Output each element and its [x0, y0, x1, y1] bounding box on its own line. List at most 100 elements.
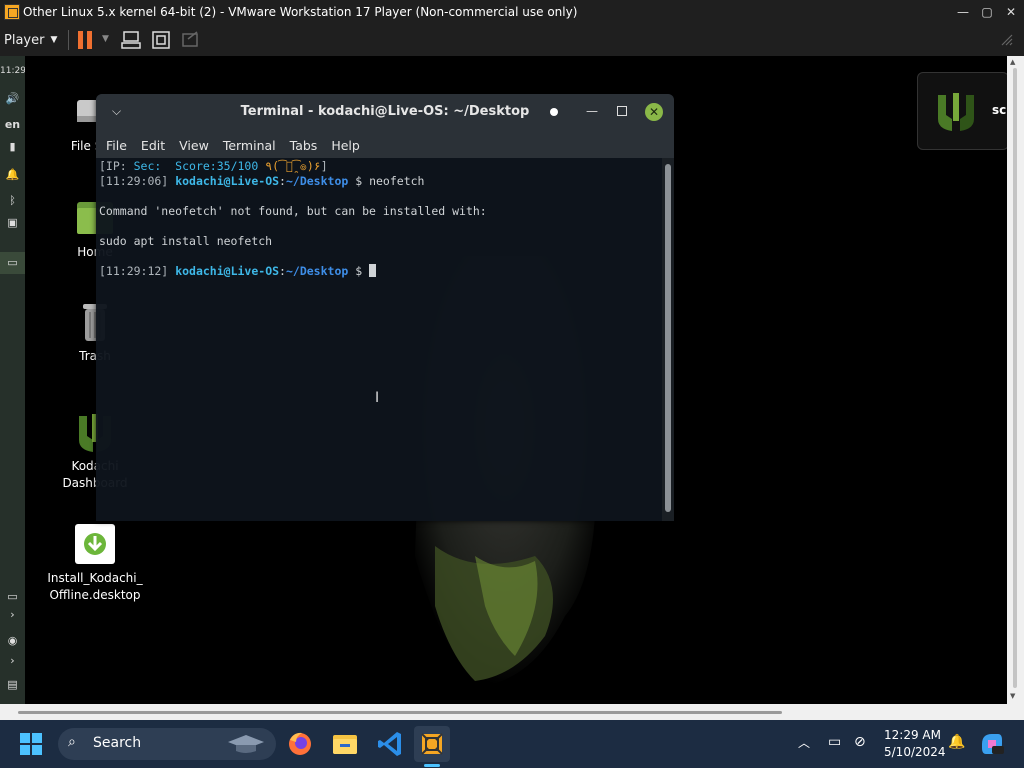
bracket-close: ]: [320, 159, 328, 173]
ip-label: [IP:: [99, 159, 134, 173]
battery-icon[interactable]: ▮: [0, 140, 25, 153]
windows-logo-pane: [32, 733, 42, 743]
window-title: Other Linux 5.x kernel 64-bit (2) - VMwa…: [23, 5, 578, 19]
prompt-dollar: $: [348, 264, 370, 278]
prompt-timestamp: [11:29:12]: [99, 264, 169, 278]
chevron-up-icon[interactable]: ︿: [798, 734, 810, 751]
search-icon: ⌕: [68, 734, 76, 750]
terminal-taskbar-icon[interactable]: ▭: [0, 252, 25, 274]
search-placeholder: Search: [93, 735, 142, 751]
prompt-colon: :: [279, 174, 286, 188]
output-line: Command 'neofetch' not found, but can be…: [99, 204, 487, 218]
prompt-command: neofetch: [369, 174, 425, 188]
scroll-down-icon[interactable]: ▼: [1010, 692, 1015, 700]
status-emoticon: ٩(͡๏̯͡๏)۶: [265, 159, 321, 173]
prompt-path: ~/Desktop: [285, 174, 349, 188]
prompt-timestamp: [11:29:06]: [99, 174, 169, 188]
keyboard-language[interactable]: en: [0, 118, 25, 131]
taskbar-clock-date[interactable]: 5/10/2024: [884, 745, 946, 759]
terminal-maximize-button[interactable]: [617, 106, 627, 116]
windows-logo-pane: [20, 745, 30, 755]
download-icon: [73, 522, 117, 566]
terminal-minimize-button[interactable]: —: [586, 104, 598, 118]
terminal-titlebar[interactable]: ⌵ Terminal - kodachi@Live-OS: ~/Desktop …: [96, 94, 674, 132]
prompt-user: kodachi@Live-OS: [175, 174, 280, 188]
scrollbar-thumb[interactable]: [1013, 68, 1017, 688]
minimize-button[interactable]: —: [950, 0, 976, 24]
linux-desktop: File Sy... Home Trash Kodachi Dashboard …: [25, 56, 1007, 704]
panel-clock: 11:29: [0, 66, 26, 76]
pause-icon: [78, 31, 83, 49]
vmware-icon: [421, 733, 443, 755]
kodachi-logo-icon: [938, 93, 974, 131]
prompt-line: [11:29:12] kodachi@Live-OS:~/Desktop $: [99, 264, 377, 279]
terminal-menubar: File Edit View Terminal Tabs Help: [96, 132, 674, 158]
taskbar-search[interactable]: ⌕ Search: [58, 728, 276, 760]
windows-logo-pane: [32, 745, 42, 755]
prompt-user: kodachi@Live-OS: [175, 264, 280, 278]
pause-button[interactable]: [78, 31, 92, 49]
terminal-window[interactable]: ⌵ Terminal - kodachi@Live-OS: ~/Desktop …: [96, 94, 674, 521]
menu-edit[interactable]: Edit: [141, 138, 165, 153]
toolbar-divider: [68, 30, 69, 50]
menu-file[interactable]: File: [106, 138, 127, 153]
browser-launcher-icon[interactable]: ◉: [0, 634, 25, 647]
menu-tabs[interactable]: Tabs: [290, 138, 318, 153]
chevron-right-icon[interactable]: ›: [0, 608, 25, 621]
vm-horizontal-scrollbar[interactable]: [0, 704, 1024, 720]
chevron-down-icon: ▼: [50, 35, 58, 45]
file-explorer-icon[interactable]: [327, 726, 363, 762]
menu-terminal[interactable]: Terminal: [223, 138, 276, 153]
player-label: Player: [4, 32, 45, 48]
windows-logo-icon: [20, 733, 30, 743]
prompt-path: ~/Desktop: [285, 264, 349, 278]
prompt-dollar: $: [348, 174, 370, 188]
unity-mode-icon[interactable]: [180, 29, 202, 51]
ibeam-cursor-icon: I: [375, 390, 380, 406]
widget-label: sc: [992, 103, 1007, 117]
notification-bell-icon[interactable]: 🔔: [948, 734, 965, 750]
firefox-icon[interactable]: [282, 726, 318, 762]
pause-icon-bar: [87, 31, 92, 49]
terminal-launcher-icon[interactable]: ▭: [0, 590, 25, 603]
terminal-close-button[interactable]: ✕: [645, 103, 663, 121]
menu-view[interactable]: View: [179, 138, 209, 153]
start-button[interactable]: [20, 733, 42, 755]
close-button[interactable]: ✕: [998, 0, 1024, 24]
sticky-window-icon[interactable]: [550, 108, 558, 116]
network-icon[interactable]: ⊘: [854, 734, 866, 750]
security-score: Score:35/100: [161, 159, 266, 173]
terminal-output[interactable]: [IP: Sec: Score:35/100 ٩(͡๏̯͡๏)۶] [11:29…: [96, 158, 662, 521]
send-ctrl-alt-del-icon[interactable]: [120, 29, 142, 51]
taskbar-clock-time[interactable]: 12:29 AM: [884, 728, 941, 742]
graduation-cap-icon: [228, 735, 264, 753]
kodachi-widget[interactable]: sc: [917, 72, 1007, 150]
desktop-icon-install-kodachi[interactable]: Install_Kodachi_ Offline.desktop: [45, 522, 145, 604]
copilot-icon[interactable]: [978, 730, 1006, 758]
vm-settings-icon[interactable]: [996, 29, 1018, 51]
active-app-indicator: [424, 764, 440, 767]
scrollbar-thumb[interactable]: [665, 164, 671, 512]
chevron-right-icon[interactable]: ›: [0, 654, 25, 667]
menu-help[interactable]: Help: [331, 138, 360, 153]
scroll-up-icon[interactable]: ▲: [1010, 58, 1015, 66]
maximize-button[interactable]: ▢: [974, 0, 1000, 24]
vscode-icon[interactable]: [372, 726, 408, 762]
vm-vertical-scrollbar[interactable]: ▲ ▼: [1007, 56, 1024, 704]
security-label: Sec:: [133, 159, 162, 173]
vmware-toolbar: Player ▼ ▼: [0, 24, 1024, 57]
player-menu-button[interactable]: Player ▼: [4, 30, 57, 50]
notification-bell-icon[interactable]: 🔔: [0, 168, 25, 181]
fullscreen-icon[interactable]: [150, 29, 172, 51]
prompt-line: [11:29:06] kodachi@Live-OS:~/Desktop $ n…: [99, 174, 424, 189]
bluetooth-icon[interactable]: ᛒ: [0, 194, 25, 207]
terminal-scrollbar[interactable]: [662, 158, 674, 521]
screenshot-icon[interactable]: ▣: [0, 216, 25, 229]
volume-icon[interactable]: 🔊: [0, 92, 25, 105]
text-cursor: [369, 264, 377, 277]
kodachi-menu-icon[interactable]: ▤: [0, 678, 25, 691]
pause-dropdown-icon[interactable]: ▼: [102, 34, 109, 44]
scrollbar-thumb[interactable]: [18, 711, 782, 714]
display-icon[interactable]: ▭: [828, 734, 841, 750]
vmware-taskbar-button[interactable]: [414, 726, 450, 762]
